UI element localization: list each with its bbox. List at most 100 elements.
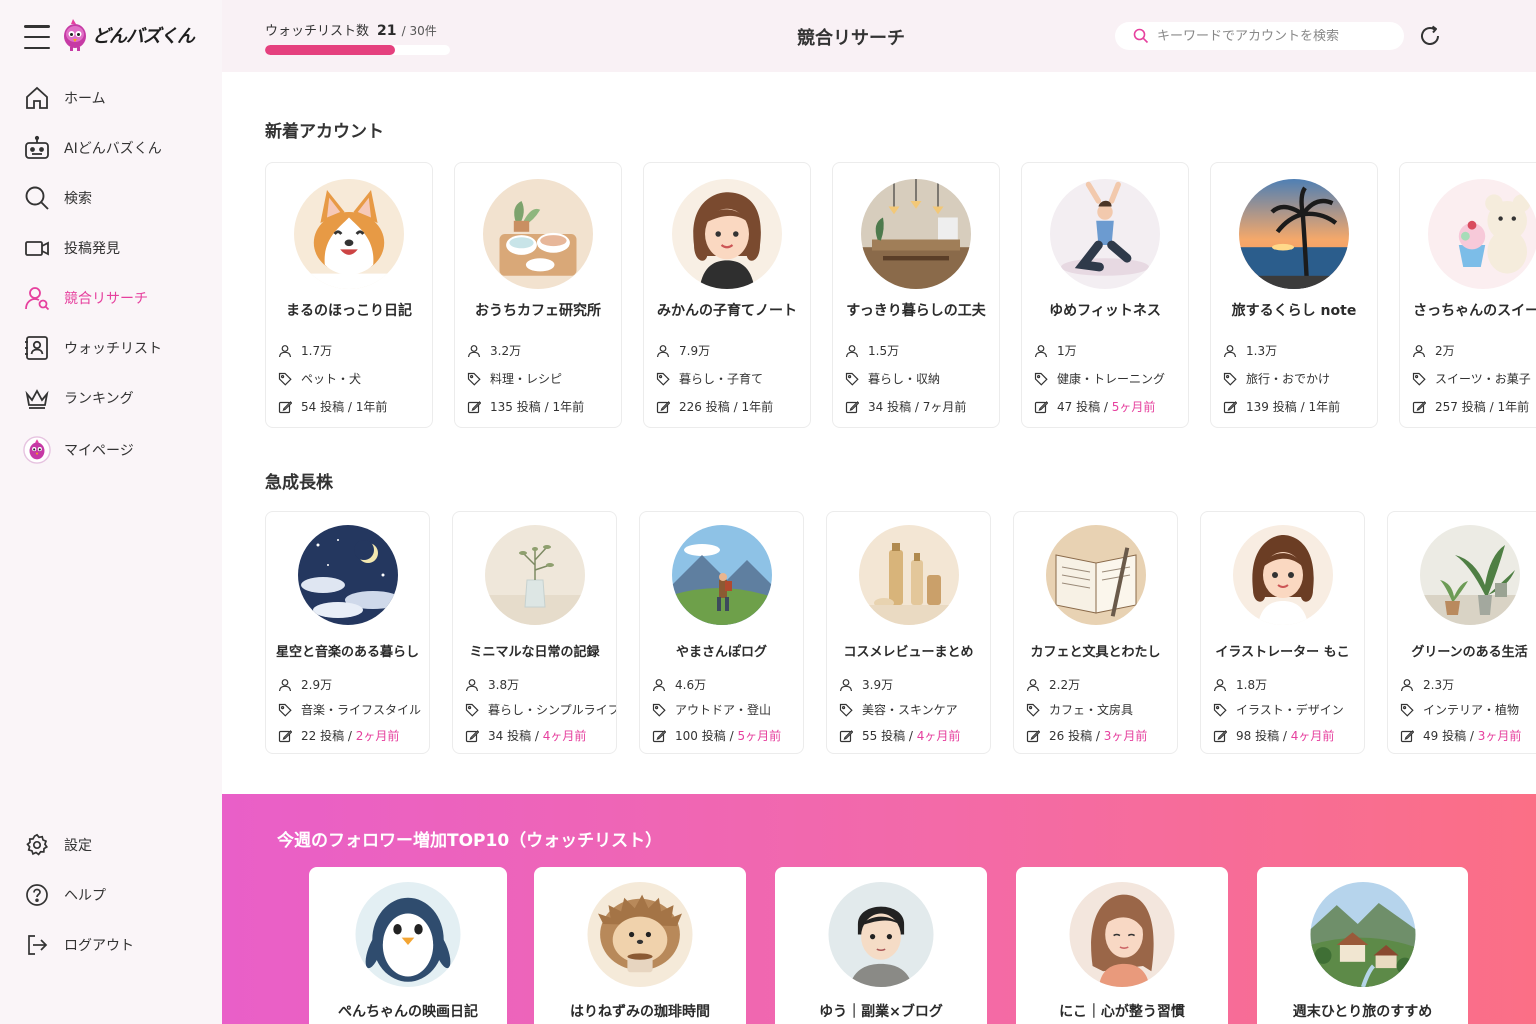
user-icon — [656, 344, 670, 358]
account-avatar — [297, 525, 398, 625]
account-avatar — [1428, 179, 1536, 289]
follower-count: 3.8万 — [488, 678, 520, 692]
posts-row: 54 投稿 / 1年前 — [278, 398, 387, 415]
watchlist-count-label: ウォッチリスト数 — [265, 24, 370, 39]
edit-icon — [1223, 400, 1238, 414]
account-card[interactable]: すっきり暮らしの工夫 1.5万 暮らし・収納 34 投稿 / 7ヶ月前 — [832, 162, 1000, 428]
top10-card[interactable]: 週末ひとり旅のすすめ — [1257, 867, 1468, 1024]
hamburger-menu-button[interactable] — [24, 25, 50, 49]
account-name: イラストレーター もこ — [1215, 645, 1350, 660]
edit-icon — [1412, 400, 1427, 414]
user-icon — [1034, 344, 1048, 358]
sidebar-item-home[interactable]: ホーム — [0, 73, 222, 123]
account-card[interactable]: ミニマルな日常の記録 3.8万 暮らし・シンプルライフ 34 投稿 / 4ヶ月前 — [452, 511, 617, 754]
robot-icon — [23, 134, 51, 162]
sidebar-item-search[interactable]: 検索 — [0, 173, 222, 223]
account-tags: カフェ・文房具 — [1049, 703, 1134, 717]
account-avatar — [858, 525, 959, 625]
account-card[interactable]: おうちカフェ研究所 3.2万 料理・レシピ 135 投稿 / 1年前 — [454, 162, 622, 428]
follower-count: 2.9万 — [301, 678, 333, 692]
help-icon — [23, 881, 51, 909]
sidebar-item-help[interactable]: ヘルプ — [0, 870, 222, 920]
tags-row: 美容・スキンケア — [839, 701, 958, 718]
follower-count: 2.2万 — [1049, 678, 1081, 692]
account-card[interactable]: まるのほっこり日記 1.7万 ペット・犬 54 投稿 / 1年前 — [265, 162, 433, 428]
top10-card[interactable]: ぺんちゃんの映画日記 — [309, 867, 507, 1024]
account-card[interactable]: イラストレーター もこ 1.8万 イラスト・デザイン 98 投稿 / 4ヶ月前 — [1200, 511, 1365, 754]
sidebar-item-label: AIどんバズくん — [64, 141, 162, 157]
posts-row: 139 投稿 / 1年前 — [1223, 398, 1340, 415]
followers-row: 2.2万 — [1026, 676, 1080, 693]
app-logo[interactable]: どんバズくん — [62, 18, 195, 52]
account-card[interactable]: 旅するくらし note 1.3万 旅行・おでかけ 139 投稿 / 1年前 — [1210, 162, 1378, 428]
account-tags: 音楽・ライフスタイル — [301, 703, 422, 717]
search-box — [1115, 22, 1404, 50]
account-card[interactable]: みかんの子育てノート 7.9万 暮らし・子育て 226 投稿 / 1年前 — [643, 162, 811, 428]
account-card[interactable]: カフェと文具とわたし 2.2万 カフェ・文房具 26 投稿 / 3ヶ月前 — [1013, 511, 1178, 754]
account-avatar — [671, 525, 772, 625]
sidebar: どんバズくん ホーム AIどんバズくん 検索 投稿発見 競合リサーチ ウォッチリ… — [0, 0, 222, 1024]
user-icon — [839, 678, 853, 692]
account-avatar — [861, 179, 971, 289]
home-icon — [23, 84, 51, 112]
account-avatar — [294, 179, 404, 289]
refresh-icon[interactable] — [1418, 24, 1442, 48]
follower-count: 2万 — [1435, 344, 1455, 358]
tag-icon — [467, 372, 481, 386]
sidebar-item-ai[interactable]: AIどんバズくん — [0, 123, 222, 173]
user-icon — [278, 344, 292, 358]
account-name: グリーンのある生活 — [1411, 645, 1528, 660]
top10-card[interactable]: にこ｜心が整う習慣 — [1016, 867, 1228, 1024]
sidebar-item-ranking[interactable]: ランキング — [0, 373, 222, 423]
account-tags: インテリア・植物 — [1423, 703, 1520, 717]
account-name: すっきり暮らしの工夫 — [846, 303, 986, 319]
account-name: 週末ひとり旅のすすめ — [1292, 1004, 1433, 1020]
followers-row: 2.3万 — [1400, 676, 1454, 693]
account-name: ぺんちゃんの映画日記 — [338, 1004, 478, 1020]
posts-row: 98 投稿 / 4ヶ月前 — [1213, 727, 1334, 744]
account-tags: 暮らし・シンプルライフ — [488, 703, 617, 717]
post-count: 257 投稿 — [1435, 400, 1486, 414]
sidebar-item-settings[interactable]: 設定 — [0, 820, 222, 870]
meta-separator: / — [914, 399, 919, 414]
sidebar-item-label: 設定 — [64, 838, 92, 854]
avatar-icon — [23, 436, 51, 464]
tags-row: 料理・レシピ — [467, 370, 562, 387]
sidebar-item-mypage[interactable]: マイページ — [0, 425, 222, 475]
tags-row: カフェ・文房具 — [1026, 701, 1133, 718]
meta-separator: / — [1282, 728, 1287, 743]
sidebar-item-watchlist[interactable]: ウォッチリスト — [0, 323, 222, 373]
account-card[interactable]: 星空と音楽のある暮らし 2.9万 音楽・ライフスタイル 22 投稿 / 2ヶ月前 — [265, 511, 430, 754]
search-input[interactable] — [1157, 28, 1397, 44]
account-age: 5ヶ月前 — [1111, 400, 1156, 414]
posts-row: 135 投稿 / 1年前 — [467, 398, 584, 415]
followers-row: 1.5万 — [845, 342, 899, 359]
account-card[interactable]: コスメレビューまとめ 3.9万 美容・スキンケア 55 投稿 / 4ヶ月前 — [826, 511, 991, 754]
sidebar-item-post-discovery[interactable]: 投稿発見 — [0, 223, 222, 273]
edit-icon — [1026, 729, 1041, 743]
post-count: 54 投稿 — [301, 400, 345, 414]
account-avatar — [1310, 882, 1415, 987]
top10-card[interactable]: はりねずみの珈琲時間 — [534, 867, 746, 1024]
user-icon — [465, 678, 479, 692]
account-avatar — [1050, 179, 1160, 289]
sidebar-item-label: マイページ — [64, 443, 134, 459]
account-age: 4ヶ月前 — [1290, 729, 1335, 743]
search-icon — [23, 184, 51, 212]
account-avatar — [1045, 525, 1146, 625]
account-card[interactable]: グリーンのある生活 2.3万 インテリア・植物 49 投稿 / 3ヶ月前 — [1387, 511, 1536, 754]
edit-icon — [1400, 729, 1415, 743]
tag-icon — [1213, 703, 1227, 717]
account-avatar — [1232, 525, 1333, 625]
tag-icon — [656, 372, 670, 386]
sidebar-item-competitor-research[interactable]: 競合リサーチ — [0, 273, 222, 323]
sidebar-item-logout[interactable]: ログアウト — [0, 920, 222, 970]
account-card[interactable]: ゆめフィットネス 1万 健康・トレーニング 47 投稿 / 5ヶ月前 — [1021, 162, 1189, 428]
account-card[interactable]: さっちゃんのスイーツ 2万 スイーツ・お菓子 257 投稿 / 1年前 — [1399, 162, 1536, 428]
top10-card[interactable]: ゆう｜副業×ブログ — [775, 867, 987, 1024]
meta-separator: / — [1489, 399, 1494, 414]
account-card[interactable]: やまさんぽログ 4.6万 アウトドア・登山 100 投稿 / 5ヶ月前 — [639, 511, 804, 754]
sidebar-item-label: 投稿発見 — [64, 241, 120, 257]
account-tags: 暮らし・収納 — [868, 372, 941, 386]
follower-count: 3.9万 — [862, 678, 894, 692]
